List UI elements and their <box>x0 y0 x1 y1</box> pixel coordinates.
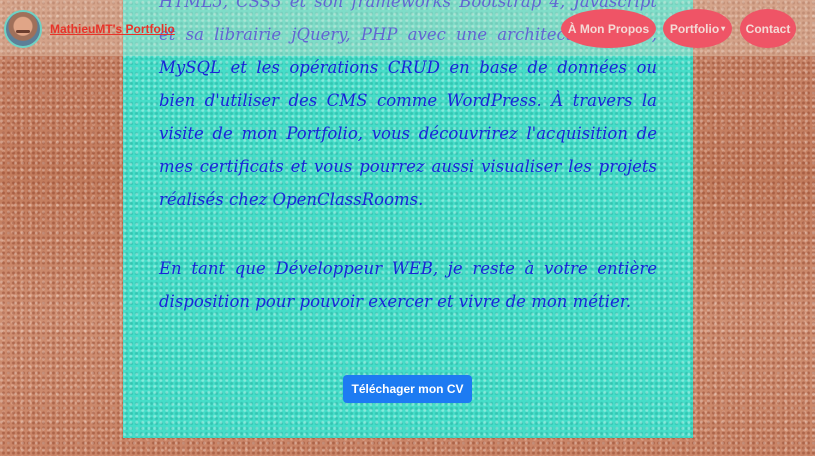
availability-paragraph: En tant que Développeur WEB, je reste à … <box>159 259 657 311</box>
content-card: HTML5, CSS3 et son frameworks Bootstrap … <box>123 0 693 438</box>
nav-about-label: À Mon Propos <box>567 21 650 36</box>
caret-down-icon: ▾ <box>721 24 726 33</box>
nav-contact-button[interactable]: Contact <box>740 9 796 48</box>
nav-contact-label: Contact <box>745 21 791 36</box>
brand-link[interactable]: MathieuMT's Portfolio <box>4 10 175 48</box>
avatar <box>4 10 42 48</box>
navbar: MathieuMT's Portfolio À Mon Propos Portf… <box>0 0 815 56</box>
nav-portfolio-label: Portfolio <box>669 21 720 36</box>
nav-about-button[interactable]: À Mon Propos <box>561 9 656 48</box>
download-cv-button[interactable]: Téléchager mon CV <box>343 375 472 403</box>
nav-portfolio-dropdown[interactable]: Portfolio ▾ <box>663 9 732 48</box>
brand-name: MathieuMT's Portfolio <box>50 22 175 36</box>
